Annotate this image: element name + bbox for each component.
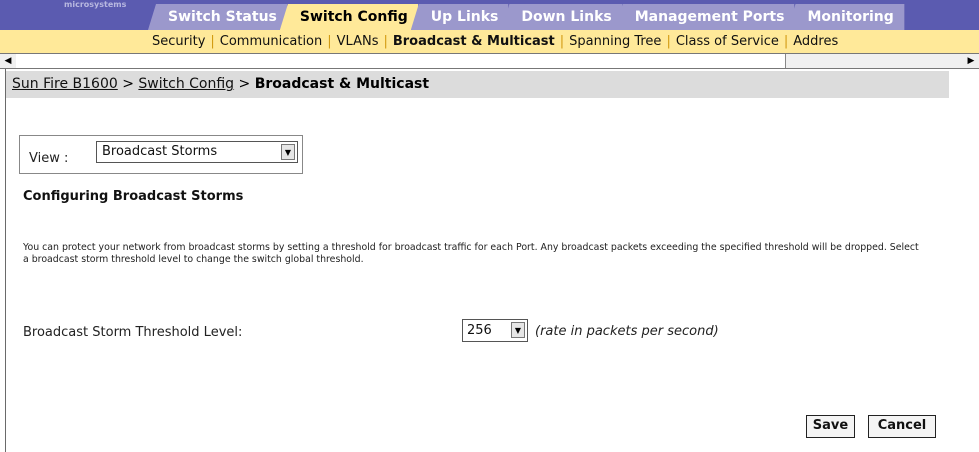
section-title: Configuring Broadcast Storms — [23, 189, 244, 204]
subnav-separator: | — [666, 34, 671, 49]
description-text: You can protect your network from broadc… — [23, 242, 919, 265]
view-label: View : — [29, 151, 69, 166]
view-select-value: Broadcast Storms — [102, 144, 218, 159]
tab-switch-config[interactable]: Switch Config — [279, 4, 419, 30]
subnav-item-class-of-service[interactable]: Class of Service — [676, 34, 779, 49]
tab-switch-status[interactable]: Switch Status — [148, 4, 288, 30]
subnav-item-address[interactable]: Addres — [793, 34, 838, 49]
chevron-down-icon[interactable]: ▼ — [511, 322, 525, 338]
subnav-separator: | — [559, 34, 565, 49]
rate-hint: (rate in packets per second) — [535, 324, 719, 339]
subnav-separator: | — [783, 34, 789, 49]
breadcrumb-separator: > — [238, 76, 251, 92]
view-selector-box: View : Broadcast Storms ▼ — [19, 135, 303, 174]
arrow-left-icon[interactable]: ◀ — [2, 56, 14, 67]
threshold-select-value: 256 — [467, 323, 492, 338]
horizontal-scrollbar[interactable]: ◀ ▶ — [0, 53, 979, 69]
breadcrumb-separator: > — [122, 76, 134, 92]
breadcrumb-current: Broadcast & Multicast — [254, 76, 430, 92]
tab-management-ports[interactable]: Management Ports — [614, 4, 796, 30]
sub-navigation: Security | Communication | VLANs | Broadcast &… — [0, 30, 979, 53]
tab-down-links[interactable]: Down Links — [501, 4, 623, 30]
main-tabs: Switch Status Switch Config Up Links Dow… — [148, 4, 905, 30]
tab-up-links[interactable]: Up Links — [410, 4, 510, 30]
save-button[interactable]: Save — [806, 415, 855, 438]
threshold-select[interactable]: 256 ▼ — [462, 319, 528, 342]
subnav-separator: | — [210, 34, 215, 49]
breadcrumb-link-root[interactable]: Sun Fire B1600 — [12, 76, 118, 92]
tab-monitoring[interactable]: Monitoring — [787, 4, 905, 30]
top-header: microsystems Switch Status Switch Config… — [0, 0, 979, 30]
subnav-item-broadcast-multicast[interactable]: Broadcast & Multicast — [393, 34, 555, 49]
brand-logo-text: microsystems — [64, 0, 127, 9]
content-frame-border — [5, 69, 6, 452]
scrollbar-thumb[interactable] — [16, 54, 786, 68]
breadcrumb: Sun Fire B1600 > Switch Config > Broadca… — [6, 71, 949, 98]
chevron-down-icon[interactable]: ▼ — [281, 144, 295, 160]
subnav-item-communication[interactable]: Communication — [220, 34, 322, 49]
subnav-separator: | — [327, 34, 332, 49]
arrow-right-icon[interactable]: ▶ — [965, 56, 977, 67]
threshold-label: Broadcast Storm Threshold Level: — [23, 325, 243, 340]
subnav-separator: | — [383, 34, 388, 49]
breadcrumb-link-switch-config[interactable]: Switch Config — [138, 76, 234, 92]
cancel-button[interactable]: Cancel — [868, 415, 936, 438]
view-select[interactable]: Broadcast Storms ▼ — [96, 141, 298, 163]
subnav-item-spanning-tree[interactable]: Spanning Tree — [569, 34, 661, 49]
subnav-item-vlans[interactable]: VLANs — [337, 34, 379, 49]
subnav-item-security[interactable]: Security — [152, 34, 205, 49]
